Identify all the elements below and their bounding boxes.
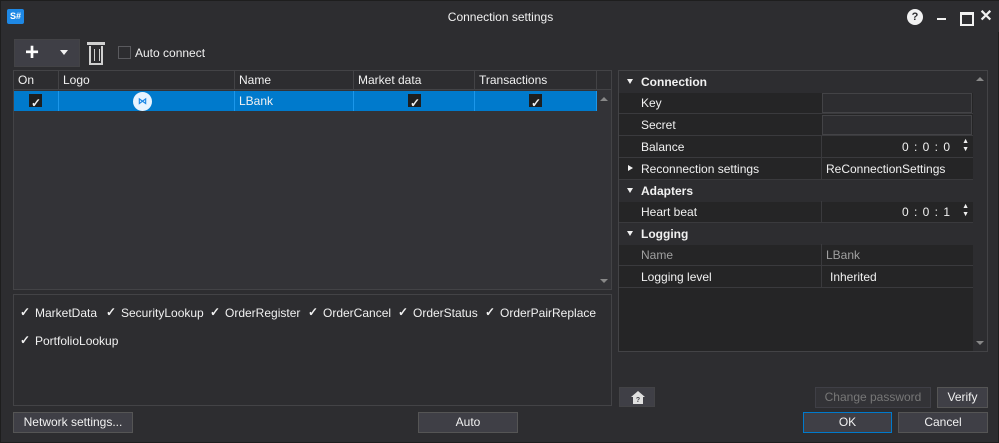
description-button[interactable]: ? xyxy=(619,387,655,407)
column-header-on[interactable]: On xyxy=(14,71,59,90)
help-icon[interactable]: ? xyxy=(907,9,923,25)
category-logging[interactable]: Logging xyxy=(619,223,973,245)
message-checkbox[interactable] xyxy=(106,305,119,319)
auto-connect-label: Auto connect xyxy=(135,46,206,60)
property-heartbeat: Heart beat 0 : 0 : 1 ▲ ▼ xyxy=(619,201,973,223)
message-checkbox[interactable] xyxy=(20,305,33,319)
row-on-checkbox[interactable] xyxy=(29,93,42,113)
auto-button[interactable]: Auto xyxy=(418,412,518,433)
scroll-down-icon[interactable] xyxy=(976,341,984,345)
scroll-up-icon[interactable] xyxy=(976,77,984,81)
home-help-icon: ? xyxy=(631,391,645,404)
row-market-data-checkbox[interactable] xyxy=(408,93,421,113)
logging-level-select[interactable]: Inherited xyxy=(821,266,971,288)
plus-icon: + xyxy=(25,39,40,66)
heartbeat-time-input[interactable]: 0 : 0 : 1 ▲ ▼ xyxy=(821,201,971,223)
property-key: Key xyxy=(619,92,973,114)
secret-input[interactable] xyxy=(822,115,972,135)
expand-icon[interactable] xyxy=(628,165,633,171)
property-secret: Secret xyxy=(619,114,973,136)
message-checkbox[interactable] xyxy=(308,305,321,319)
trash-icon xyxy=(87,42,105,45)
property-grid-scrollbar[interactable] xyxy=(973,71,987,351)
grid-scrollbar[interactable] xyxy=(597,91,611,289)
maximize-icon[interactable] xyxy=(957,9,974,26)
window-title: Connection settings xyxy=(447,10,554,24)
close-icon[interactable]: ✕ xyxy=(978,9,994,25)
collapse-icon[interactable] xyxy=(627,188,633,193)
column-header-transactions[interactable]: Transactions xyxy=(475,71,597,90)
scroll-down-icon[interactable] xyxy=(600,279,608,283)
property-reconnection[interactable]: Reconnection settings ReConnectionSettin… xyxy=(619,158,973,180)
message-types-panel: MarketData SecurityLookup OrderRegister … xyxy=(13,294,612,406)
message-checkbox[interactable] xyxy=(398,305,411,319)
chevron-down-icon[interactable] xyxy=(60,50,68,55)
minimize-icon[interactable] xyxy=(934,9,950,25)
ok-button[interactable]: OK xyxy=(803,412,892,433)
verify-button[interactable]: Verify xyxy=(937,387,988,408)
table-row[interactable]: ⋈ LBank xyxy=(14,91,597,113)
column-header-logo[interactable]: Logo xyxy=(59,71,235,90)
category-connection[interactable]: Connection xyxy=(619,71,973,93)
scroll-up-icon[interactable] xyxy=(600,97,608,101)
key-input[interactable] xyxy=(822,93,972,113)
spinner-icon[interactable]: ▲ ▼ xyxy=(962,203,969,219)
message-checkbox[interactable] xyxy=(210,305,223,319)
category-adapters[interactable]: Adapters xyxy=(619,180,973,202)
row-name: LBank xyxy=(235,91,354,111)
change-password-button[interactable]: Change password xyxy=(815,387,931,408)
connections-grid: On Logo Name Market data Transactions ⋈ … xyxy=(13,70,612,290)
column-header-name[interactable]: Name xyxy=(235,71,354,90)
row-transactions-checkbox[interactable] xyxy=(529,93,542,113)
property-name: Name LBank xyxy=(619,244,973,266)
message-checkbox[interactable] xyxy=(485,305,498,319)
balance-time-input[interactable]: 0 : 0 : 0 ▲ ▼ xyxy=(821,136,971,158)
column-header-market-data[interactable]: Market data xyxy=(354,71,475,90)
property-grid: Connection Key Secret Balance 0 : 0 : 0 … xyxy=(618,70,988,352)
auto-connect-checkbox[interactable] xyxy=(118,46,131,59)
delete-button[interactable] xyxy=(85,39,107,67)
collapse-icon[interactable] xyxy=(627,231,633,236)
network-settings-button[interactable]: Network settings... xyxy=(13,412,133,433)
property-balance: Balance 0 : 0 : 0 ▲ ▼ xyxy=(619,136,973,158)
property-logging-level: Logging level Inherited xyxy=(619,266,973,288)
spinner-icon[interactable]: ▲ ▼ xyxy=(962,138,969,154)
cancel-button[interactable]: Cancel xyxy=(898,412,988,433)
message-checkbox[interactable] xyxy=(20,333,33,347)
connection-settings-window: S# Connection settings ? ✕ + Auto connec… xyxy=(0,0,999,443)
lbank-logo-icon: ⋈ xyxy=(133,92,152,111)
add-connection-button[interactable]: + xyxy=(14,39,80,67)
collapse-icon[interactable] xyxy=(627,79,633,84)
